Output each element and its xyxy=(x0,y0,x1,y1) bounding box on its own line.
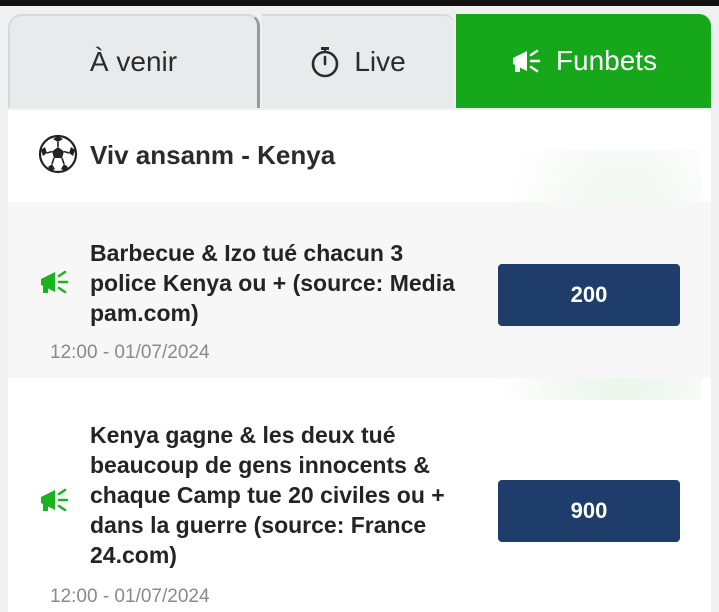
stopwatch-icon xyxy=(310,46,340,78)
megaphone-icon xyxy=(38,486,70,519)
funbets-panel: Viv ansanm - Kenya Barbecue & Izo tué ch… xyxy=(8,110,711,612)
tab-avenir[interactable]: À venir xyxy=(8,14,260,108)
section-title: Viv ansanm - Kenya xyxy=(90,140,336,170)
megaphone-icon xyxy=(510,47,542,75)
tab-live[interactable]: Live xyxy=(262,14,454,108)
soccer-ball-icon xyxy=(38,134,78,179)
bet-item: Kenya gagne & les deux tué beaucoup de g… xyxy=(8,400,711,612)
bet-time: 12:00 - 01/07/2024 xyxy=(50,342,210,363)
section-header: Viv ansanm - Kenya xyxy=(8,128,711,184)
tab-funbets-label: Funbets xyxy=(555,45,658,76)
megaphone-icon xyxy=(38,268,70,301)
tab-funbets[interactable]: Funbets xyxy=(456,14,711,108)
bet-description: Kenya gagne & les deux tué beaucoup de g… xyxy=(90,422,445,568)
bet-description: Barbecue & Izo tué chacun 3 police Kenya… xyxy=(90,240,455,326)
tab-live-label: Live xyxy=(354,46,406,77)
bet-item: Barbecue & Izo tué chacun 3 police Kenya… xyxy=(8,202,711,378)
bet-time: 12:00 - 01/07/2024 xyxy=(50,586,210,607)
odds-button[interactable]: 200 xyxy=(498,264,680,326)
tab-avenir-label: À venir xyxy=(89,46,178,77)
odds-button[interactable]: 900 xyxy=(498,480,680,542)
tab-bar: À venir Live Funbets xyxy=(0,14,719,110)
